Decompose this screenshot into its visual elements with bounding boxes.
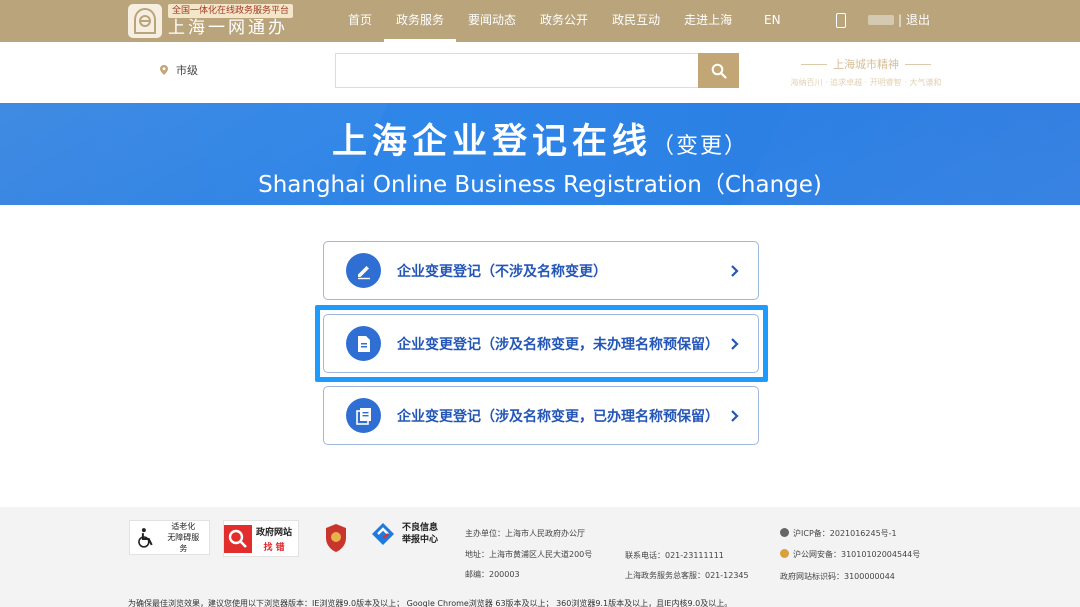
bad-info-line1: 不良信息 [402, 523, 439, 533]
accessibility-badge[interactable]: 适老化 无障碍服务 [129, 520, 210, 555]
phone-info: 联系电话：021-23111111 [625, 551, 724, 560]
main-nav: 首页 政务服务 要闻动态 政务公开 政民互动 走进上海 [336, 0, 744, 42]
page-banner: 上海企业登记在线（变更） Shanghai Online Business Re… [0, 103, 1080, 205]
site-code-info: 政府网站标识码：3100000044 [780, 572, 895, 581]
banner-title-suffix: （变更） [652, 134, 749, 159]
nav-news[interactable]: 要闻动态 [456, 0, 528, 42]
icp-icon [780, 528, 789, 537]
banner-title-en: Shanghai Online Business Registration（Ch… [258, 172, 822, 198]
accessibility-line1: 适老化 [171, 522, 196, 531]
search-icon [711, 63, 727, 79]
bad-info-line2: 举报中心 [402, 535, 439, 545]
bad-info-report-badge[interactable]: 不良信息 举报中心 [370, 521, 438, 547]
accessibility-line2: 无障碍服务 [167, 533, 200, 553]
city-spirit-slogan: 海纳百川 · 追求卓越 · 开明睿智 · 大气谦和 [790, 78, 942, 87]
police-badge-icon [780, 549, 789, 558]
search-button[interactable] [698, 53, 739, 88]
nav-government-affairs[interactable]: 政务公开 [528, 0, 600, 42]
police-emblem-icon[interactable] [324, 523, 348, 553]
edit-icon [346, 253, 381, 288]
selection-highlight [315, 305, 768, 382]
divider [905, 63, 931, 65]
icp-info[interactable]: 沪ICP备：2021016245号-1 [780, 528, 897, 539]
city-spirit-title: 上海城市精神 [833, 58, 899, 71]
wheelchair-icon [138, 527, 153, 548]
browser-note: 为确保最佳浏览效果，建议您使用以下浏览器版本：IE浏览器9.0版本及以上； Go… [128, 599, 733, 607]
documents-icon [346, 398, 381, 433]
nav-about-shanghai[interactable]: 走进上海 [672, 0, 744, 42]
location-label: 市级 [176, 64, 198, 77]
location-selector[interactable]: 市级 [160, 62, 198, 78]
logo-title: 上海一网通办 [168, 18, 288, 38]
police-record-text: 沪公网安备：31010102004544号 [793, 550, 921, 559]
site-error-badge[interactable]: 政府网站 找 错 [223, 520, 299, 557]
chevron-right-icon [724, 264, 746, 278]
hotline-info: 上海政务服务总客服：021-12345 [625, 571, 749, 580]
postcode-info: 邮编：200003 [465, 570, 520, 579]
city-spirit: 上海城市精神 海纳百川 · 追求卓越 · 开明睿智 · 大气谦和 [780, 56, 952, 88]
location-pin-icon [160, 65, 168, 75]
nav-interaction[interactable]: 政民互动 [600, 0, 672, 42]
separator: | [898, 13, 903, 27]
option-change-name-reserved[interactable]: 企业变更登记（涉及名称变更，已办理名称预保留） [323, 386, 759, 445]
address-info: 地址：上海市黄浦区人民大道200号 [465, 550, 593, 559]
nav-home[interactable]: 首页 [336, 0, 384, 42]
police-record-info[interactable]: 沪公网安备：31010102004544号 [780, 549, 920, 560]
divider [801, 63, 827, 65]
search-input[interactable] [335, 53, 699, 88]
page-title: 上海企业登记在线（变更） [0, 113, 1080, 164]
logout-link[interactable]: 退出 [906, 0, 930, 40]
magnifier-icon [224, 524, 252, 553]
nav-government-services[interactable]: 政务服务 [384, 0, 457, 42]
site-logo-icon [134, 7, 156, 34]
chevron-right-icon [724, 409, 746, 423]
error-badge-line1: 政府网站 [256, 527, 293, 538]
icp-text: 沪ICP备：2021016245号-1 [793, 529, 897, 538]
report-center-icon [372, 523, 394, 545]
host-info: 主办单位：上海市人民政府办公厅 [465, 529, 585, 538]
option-label: 企业变更登记（涉及名称变更，已办理名称预保留） [397, 408, 719, 425]
option-label: 企业变更登记（不涉及名称变更） [397, 263, 607, 280]
username-redacted[interactable] [868, 15, 894, 25]
logo-subtitle: 全国一体化在线政务服务平台 [168, 4, 294, 18]
top-navigation-bar: 全国一体化在线政务服务平台 上海一网通办 首页 政务服务 要闻动态 政务公开 政… [0, 0, 1080, 42]
site-logo[interactable] [128, 4, 162, 38]
language-switch[interactable]: EN [764, 0, 781, 40]
page-footer: 适老化 无障碍服务 政府网站 找 错 不良信息 举报中心 主办单位：上海市人民政… [0, 507, 1080, 607]
option-change-no-name[interactable]: 企业变更登记（不涉及名称变更） [323, 241, 759, 300]
error-badge-line2: 找 错 [263, 542, 285, 553]
mobile-icon[interactable] [836, 13, 846, 28]
banner-title-cn: 上海企业登记在线 [331, 122, 652, 162]
